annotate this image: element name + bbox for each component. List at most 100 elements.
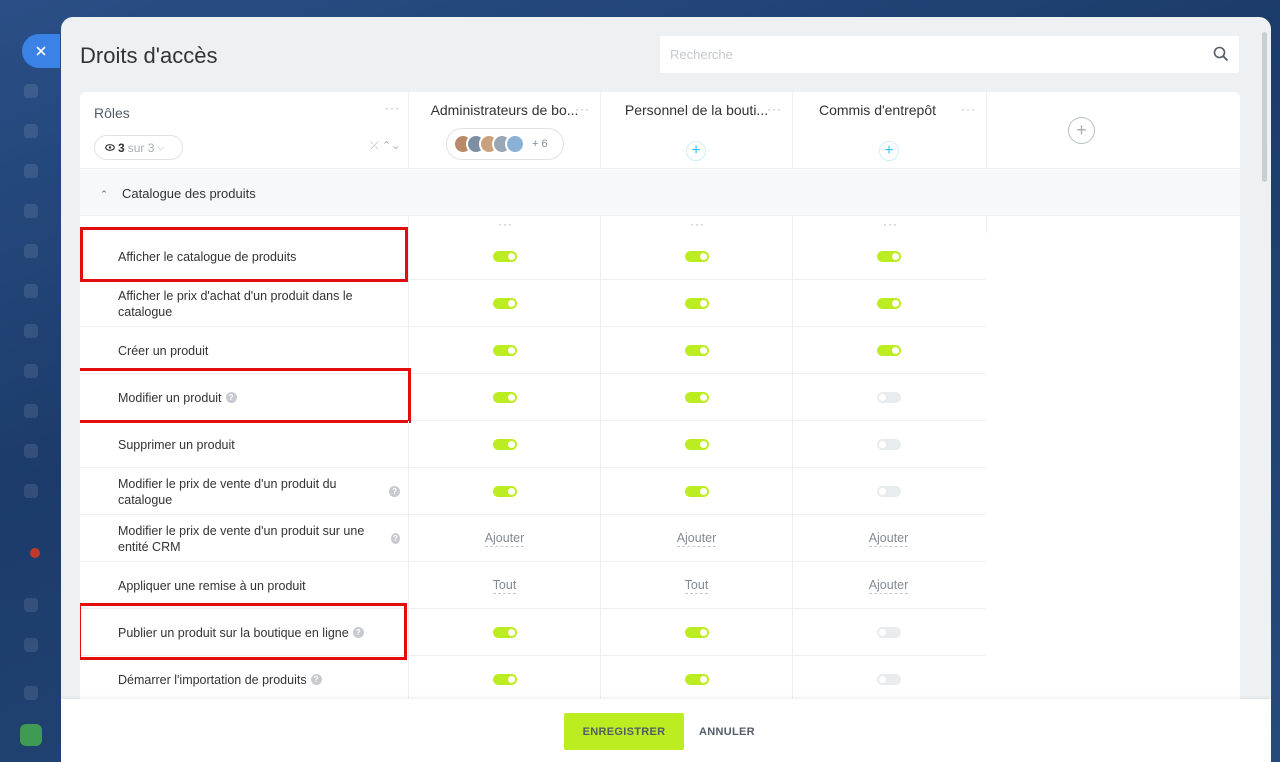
permission-toggle[interactable] xyxy=(876,392,901,403)
permission-toggle[interactable] xyxy=(684,298,709,309)
permission-toggle[interactable] xyxy=(876,345,901,356)
permission-cell xyxy=(792,280,984,327)
roles-filter[interactable]: 3 sur 3 ⌵ xyxy=(94,135,183,160)
permission-cell xyxy=(408,421,600,468)
page-title: Droits d'accès xyxy=(80,43,218,68)
permission-toggle[interactable] xyxy=(876,251,901,262)
add-role-button[interactable]: + xyxy=(1068,117,1095,144)
permission-toggle[interactable] xyxy=(876,486,901,497)
avatars-more-count: + 6 xyxy=(532,138,548,150)
nav-icon xyxy=(24,124,38,138)
permission-toggle[interactable] xyxy=(876,439,901,450)
permission-cell xyxy=(408,609,600,656)
permission-toggle[interactable] xyxy=(492,392,517,403)
role-members[interactable]: + 6 xyxy=(446,128,564,160)
permission-toggle[interactable] xyxy=(684,674,709,685)
collapse-expand-icon[interactable]: ⤫ ⌃⌄ xyxy=(370,139,400,153)
nav-icon xyxy=(24,686,38,700)
save-button[interactable]: ENREGISTRER xyxy=(564,713,684,750)
permission-toggle[interactable] xyxy=(492,345,517,356)
add-member-button[interactable]: + xyxy=(686,141,706,161)
permission-toggle[interactable] xyxy=(684,627,709,638)
table-header: Rôles ··· 3 sur 3 ⌵ ⤫ ⌃⌄ Administrateurs… xyxy=(80,92,1240,169)
permission-toggle[interactable] xyxy=(684,251,709,262)
permission-toggle[interactable] xyxy=(492,251,517,262)
permission-cell xyxy=(792,374,984,421)
permission-cell xyxy=(600,374,792,421)
permission-cell xyxy=(408,327,600,374)
permission-label: Afficher le prix d'achat d'un produit da… xyxy=(118,280,400,327)
permission-value-link[interactable]: Ajouter xyxy=(868,531,909,547)
permission-cell: Ajouter xyxy=(600,515,792,562)
table-row: Afficher le prix d'achat d'un produit da… xyxy=(80,280,986,327)
permission-value-link[interactable]: Tout xyxy=(684,578,709,594)
access-rights-panel: Droits d'accès Rôles ··· 3 sur 3 ⌵ ⤫ ⌃⌄ … xyxy=(61,17,1271,762)
permission-value-link[interactable]: Ajouter xyxy=(484,531,525,547)
permission-toggle[interactable] xyxy=(684,345,709,356)
permission-cell: Tout xyxy=(600,562,792,609)
table-row: Modifier un produit? xyxy=(80,368,986,423)
permission-label-text: Appliquer une remise à un produit xyxy=(118,578,306,593)
cancel-button[interactable]: ANNULER xyxy=(691,713,763,750)
close-button[interactable] xyxy=(22,34,60,68)
search-icon[interactable] xyxy=(1213,46,1229,62)
permission-value-link[interactable]: Ajouter xyxy=(868,578,909,594)
permission-label: Supprimer un produit xyxy=(118,421,400,468)
permission-toggle[interactable] xyxy=(684,439,709,450)
nav-icon xyxy=(24,204,38,218)
table-row: Publier un produit sur la boutique en li… xyxy=(80,603,986,660)
more-icon[interactable]: ··· xyxy=(690,218,705,230)
permission-toggle[interactable] xyxy=(876,627,901,638)
add-member-button[interactable]: + xyxy=(879,141,899,161)
permission-cell: Ajouter xyxy=(408,515,600,562)
notification-dot xyxy=(30,548,40,558)
permission-label: Démarrer l'importation de produits? xyxy=(118,656,400,702)
more-icon[interactable]: ··· xyxy=(883,218,898,230)
help-icon[interactable]: ? xyxy=(390,533,400,544)
nav-icon xyxy=(24,444,38,458)
permission-toggle[interactable] xyxy=(684,392,709,403)
more-icon[interactable]: ··· xyxy=(961,103,976,115)
section-header[interactable]: ⌃ Catalogue des produits xyxy=(80,170,1240,216)
nav-icon xyxy=(24,638,38,652)
scrollbar[interactable] xyxy=(1262,32,1267,182)
permission-cell xyxy=(600,233,792,280)
permission-toggle[interactable] xyxy=(492,439,517,450)
help-icon[interactable]: ? xyxy=(310,674,322,685)
permission-cell xyxy=(600,327,792,374)
permission-value-link[interactable]: Ajouter xyxy=(676,531,717,547)
permissions-table: Rôles ··· 3 sur 3 ⌵ ⤫ ⌃⌄ Administrateurs… xyxy=(80,92,1240,702)
permission-toggle[interactable] xyxy=(876,674,901,685)
permission-toggle[interactable] xyxy=(492,627,517,638)
permission-cell xyxy=(408,233,600,280)
nav-icon xyxy=(24,404,38,418)
table-row: Modifier le prix de vente d'un produit d… xyxy=(80,468,986,515)
column-divider xyxy=(986,92,987,169)
permission-label-text: Afficher le prix d'achat d'un produit da… xyxy=(118,288,353,319)
permission-value-link[interactable]: Tout xyxy=(492,578,517,594)
permission-label-text: Créer un produit xyxy=(118,343,209,358)
permission-toggle[interactable] xyxy=(492,674,517,685)
permission-cell xyxy=(792,468,984,515)
permission-cell xyxy=(792,233,984,280)
search-input[interactable] xyxy=(660,36,1239,73)
more-icon[interactable]: ··· xyxy=(385,102,400,114)
help-icon[interactable]: ? xyxy=(389,486,400,497)
permission-toggle[interactable] xyxy=(684,486,709,497)
permission-toggle[interactable] xyxy=(492,486,517,497)
highlight-box xyxy=(80,603,407,660)
nav-icon xyxy=(24,84,38,98)
permission-cell xyxy=(792,609,984,656)
nav-icon xyxy=(20,724,42,746)
permission-label-text: Modifier le prix de vente d'un produit s… xyxy=(118,523,365,554)
chevron-down-icon: ⌵ xyxy=(157,142,165,152)
permission-cell xyxy=(600,656,792,702)
permission-toggle[interactable] xyxy=(876,298,901,309)
table-row: Modifier le prix de vente d'un produit s… xyxy=(80,515,986,562)
chevron-up-icon[interactable]: ⌃ xyxy=(97,187,111,201)
permission-toggle[interactable] xyxy=(492,298,517,309)
permission-cell: Tout xyxy=(408,562,600,609)
more-icon[interactable]: ··· xyxy=(498,218,513,230)
more-icon[interactable]: ··· xyxy=(575,103,590,115)
more-icon[interactable]: ··· xyxy=(767,103,782,115)
